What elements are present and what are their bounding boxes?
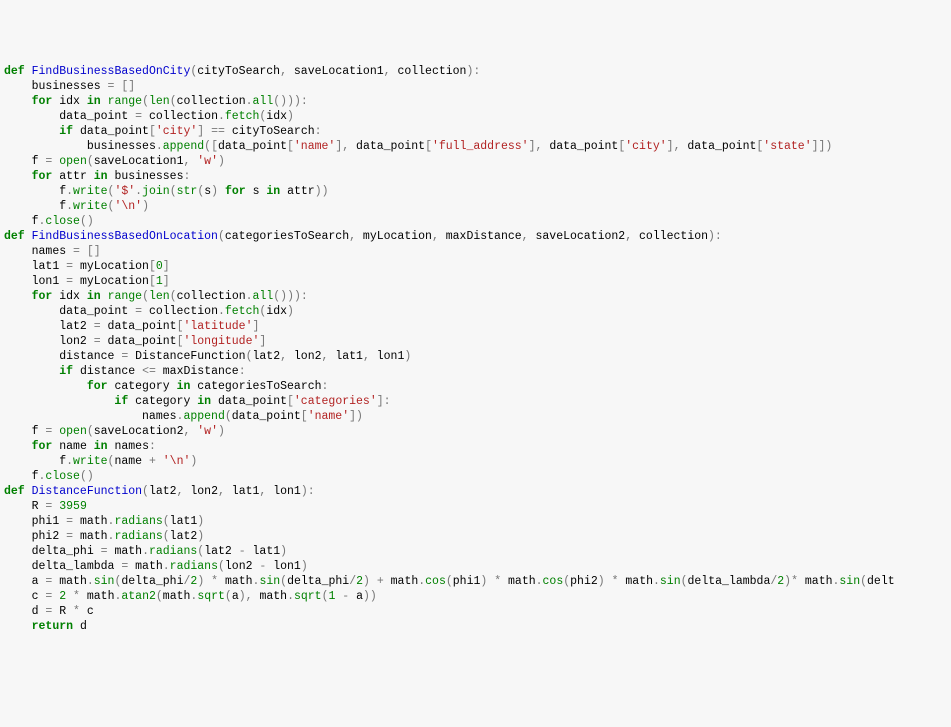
code-line: phi2 = math.radians(lat2) — [4, 529, 947, 544]
code-line: f.close() — [4, 214, 947, 229]
code-line: names.append(data_point['name']) — [4, 409, 947, 424]
code-line: phi1 = math.radians(lat1) — [4, 514, 947, 529]
code-line: a = math.sin(delta_phi/2) * math.sin(del… — [4, 574, 947, 589]
code-line: def FindBusinessBasedOnLocation(categori… — [4, 229, 947, 244]
code-line: if category in data_point['categories']: — [4, 394, 947, 409]
code-line: d = R * c — [4, 604, 947, 619]
code-line: return d — [4, 619, 947, 634]
code-line: lat2 = data_point['latitude'] — [4, 319, 947, 334]
code-line: f.write('\n') — [4, 199, 947, 214]
code-line: def DistanceFunction(lat2, lon2, lat1, l… — [4, 484, 947, 499]
code-block: def FindBusinessBasedOnCity(cityToSearch… — [4, 64, 947, 634]
code-line: delta_phi = math.radians(lat2 - lat1) — [4, 544, 947, 559]
code-line: for name in names: — [4, 439, 947, 454]
code-line: distance = DistanceFunction(lat2, lon2, … — [4, 349, 947, 364]
code-line: f = open(saveLocation2, 'w') — [4, 424, 947, 439]
code-line: f.close() — [4, 469, 947, 484]
code-line: names = [] — [4, 244, 947, 259]
code-line: lon2 = data_point['longitude'] — [4, 334, 947, 349]
code-line: c = 2 * math.atan2(math.sqrt(a), math.sq… — [4, 589, 947, 604]
code-line: if data_point['city'] == cityToSearch: — [4, 124, 947, 139]
code-line: R = 3959 — [4, 499, 947, 514]
code-line: lon1 = myLocation[1] — [4, 274, 947, 289]
code-line: for idx in range(len(collection.all())): — [4, 289, 947, 304]
code-line: businesses.append([data_point['name'], d… — [4, 139, 947, 154]
code-line: lat1 = myLocation[0] — [4, 259, 947, 274]
code-line: f.write('$'.join(str(s) for s in attr)) — [4, 184, 947, 199]
code-line: data_point = collection.fetch(idx) — [4, 304, 947, 319]
code-line: def FindBusinessBasedOnCity(cityToSearch… — [4, 64, 947, 79]
code-line: for idx in range(len(collection.all())): — [4, 94, 947, 109]
code-line: for attr in businesses: — [4, 169, 947, 184]
code-line: businesses = [] — [4, 79, 947, 94]
code-line: if distance <= maxDistance: — [4, 364, 947, 379]
code-line: f.write(name + '\n') — [4, 454, 947, 469]
code-line: for category in categoriesToSearch: — [4, 379, 947, 394]
code-line: delta_lambda = math.radians(lon2 - lon1) — [4, 559, 947, 574]
code-line: data_point = collection.fetch(idx) — [4, 109, 947, 124]
code-line: f = open(saveLocation1, 'w') — [4, 154, 947, 169]
